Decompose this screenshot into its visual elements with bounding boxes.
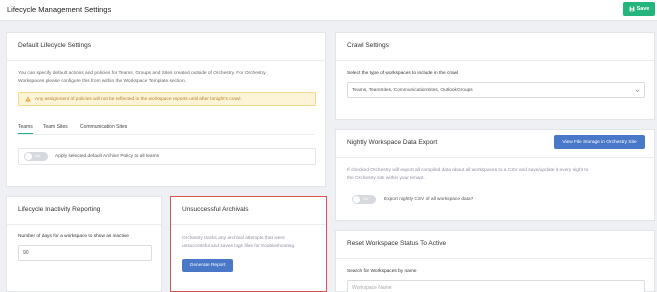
inactivity-card: Lifecycle Inactivity Reporting Number of… xyxy=(6,196,162,292)
archivals-description-1: Orchestry tracks any archival attempts t… xyxy=(182,236,285,241)
chevron-down-icon xyxy=(635,89,640,92)
nightly-export-title: Nightly Workspace Data Export xyxy=(347,139,438,146)
archivals-card: Unsuccessful Archivals Orchestry tracks … xyxy=(170,196,327,292)
divider xyxy=(171,224,326,225)
tab-teams[interactable]: Teams xyxy=(18,124,33,134)
archive-policy-row: No Apply selected default Archive Policy… xyxy=(18,148,316,165)
save-button[interactable]: Save xyxy=(623,2,655,16)
archive-policy-label: Apply selected default Archive Policy to… xyxy=(55,154,159,159)
reset-status-title: Reset Workspace Status To Active xyxy=(347,240,447,247)
toggle-knob xyxy=(353,196,360,203)
generate-report-button[interactable]: Generate Report xyxy=(182,259,233,272)
page-title: Lifecycle Management Settings xyxy=(7,5,112,14)
nightly-export-description-1: If checked Orchestry will export all com… xyxy=(347,168,589,173)
toggle-state: No xyxy=(35,153,41,158)
warning-text: Any assignment of policies will not be r… xyxy=(35,96,242,102)
workspace-type-select[interactable]: Teams, TeamSites, CommunicationSites, Ou… xyxy=(347,82,645,98)
top-bar: Lifecycle Management Settings Save xyxy=(0,0,657,21)
workspace-search-label: Search for Workspaces by name xyxy=(347,269,417,274)
inactivity-title: Lifecycle Inactivity Reporting xyxy=(18,206,101,213)
inactivity-days-label: Number of days for a workspace to show a… xyxy=(18,234,129,239)
default-lifecycle-description-2: Workspaces please configure this from wi… xyxy=(18,79,186,84)
toggle-state: No xyxy=(363,196,369,201)
divider xyxy=(336,60,654,61)
nightly-export-card: Nightly Workspace Data Export View File … xyxy=(335,129,655,221)
default-lifecycle-title: Default Lifecycle Settings xyxy=(18,42,91,49)
reset-status-card: Reset Workspace Status To Active Search … xyxy=(335,230,655,292)
archivals-description-2: unsuccessful and saves logs files for tr… xyxy=(182,244,296,249)
divider xyxy=(7,224,161,225)
divider xyxy=(336,157,654,158)
archive-policy-toggle[interactable]: No xyxy=(24,152,48,161)
save-button-label: Save xyxy=(636,6,650,12)
warning-icon xyxy=(25,96,31,102)
nightly-export-toggle-label: Export nightly CSV of all workspace data… xyxy=(384,197,474,202)
tabs-divider xyxy=(18,134,314,135)
toggle-knob xyxy=(25,153,32,160)
default-lifecycle-description-1: You can specify default actions and poli… xyxy=(18,71,266,76)
workspace-name-input[interactable]: Workspace Name xyxy=(347,280,645,292)
archivals-title: Unsuccessful Archivals xyxy=(182,206,249,213)
divider xyxy=(336,258,654,259)
nightly-export-toggle[interactable]: No xyxy=(352,195,376,204)
crawl-settings-title: Crawl Settings xyxy=(347,42,389,49)
tab-team-sites[interactable]: Team Sites xyxy=(43,124,68,130)
nightly-export-description-2: the Orchestry site within your tenant. xyxy=(347,176,425,181)
save-icon xyxy=(629,6,634,12)
crawl-select-label: Select the type of workspaces to include… xyxy=(347,71,459,76)
divider xyxy=(7,60,325,61)
policy-warning: Any assignment of policies will not be r… xyxy=(18,92,316,106)
view-file-storage-button[interactable]: View File Storage in Orchestry Site xyxy=(554,135,645,149)
default-lifecycle-card: Default Lifecycle Settings You can speci… xyxy=(6,32,326,187)
tab-communication-sites[interactable]: Communication Sites xyxy=(80,124,127,130)
workspace-type-value: Teams, TeamSites, CommunicationSites, Ou… xyxy=(352,87,473,93)
crawl-settings-card: Crawl Settings Select the type of worksp… xyxy=(335,32,655,120)
inactivity-days-input[interactable]: 90 xyxy=(18,245,152,261)
